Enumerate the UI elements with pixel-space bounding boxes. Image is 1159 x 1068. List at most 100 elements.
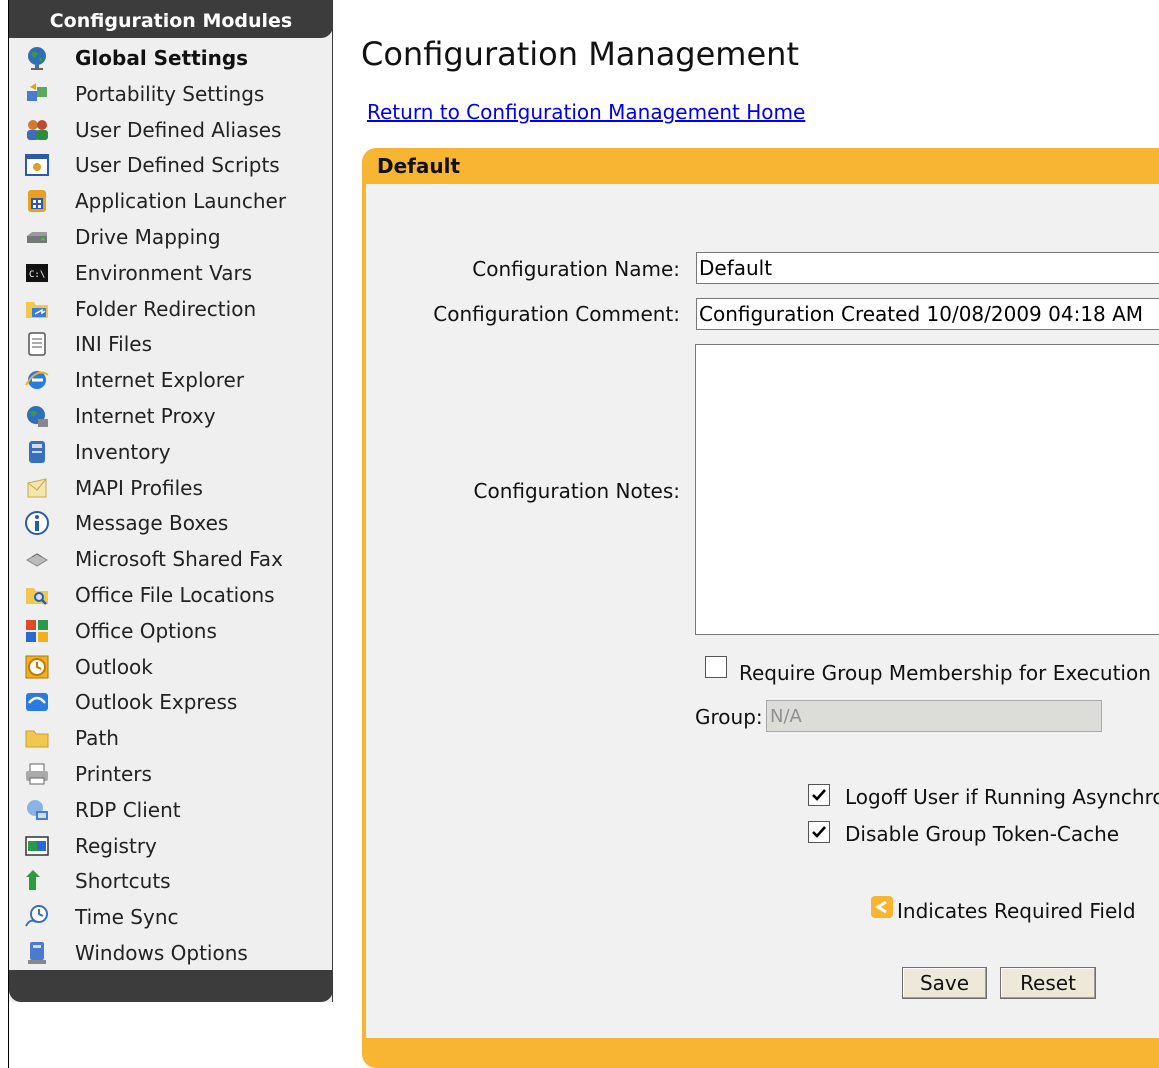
printer-icon [24, 761, 50, 787]
sidebar-item-label: Registry [75, 833, 157, 858]
require-group-checkbox[interactable] [705, 656, 727, 678]
globe-icon [24, 45, 50, 71]
config-notes-label: Configuration Notes: [473, 479, 681, 503]
proxy-globe-icon [24, 403, 50, 429]
sidebar-item-application-launcher[interactable]: Application Launcher [9, 183, 333, 219]
logoff-user-label: Logoff User if Running Asynchronously [845, 785, 1159, 809]
config-name-input[interactable] [696, 252, 1159, 284]
sidebar-item-label: INI Files [75, 332, 153, 357]
disable-token-cache-checkbox[interactable] [808, 821, 830, 843]
sidebar-item-label: Drive Mapping [75, 224, 221, 249]
time-sync-icon [24, 904, 50, 930]
sidebar-item-label: Office File Locations [75, 582, 275, 607]
sidebar-item-inventory[interactable]: Inventory [9, 434, 333, 470]
portability-icon [24, 81, 50, 107]
sidebar-item-label: RDP Client [75, 797, 181, 822]
sidebar-item-label: Shortcuts [75, 869, 171, 894]
panel-header: Default [366, 148, 1159, 184]
config-comment-label: Configuration Comment: [433, 302, 680, 326]
sidebar-item-drive-mapping[interactable]: Drive Mapping [9, 219, 333, 255]
logoff-user-checkbox[interactable] [808, 784, 830, 806]
sidebar-item-registry[interactable]: Registry [9, 828, 333, 864]
sidebar-list: Global Settings Portability Settings User … [9, 40, 333, 971]
sidebar-item-label: Outlook Express [75, 690, 238, 715]
page-title: Configuration Management [361, 35, 799, 73]
sidebar-item-message-boxes[interactable]: Message Boxes [9, 505, 333, 541]
sidebar-item-rdp-client[interactable]: RDP Client [9, 792, 333, 828]
sidebar-item-outlook-express[interactable]: Outlook Express [9, 684, 333, 720]
internet-explorer-icon [24, 367, 50, 393]
sidebar-item-printers[interactable]: Printers [9, 756, 333, 792]
sidebar-item-shortcuts[interactable]: Shortcuts [9, 863, 333, 899]
sidebar-item-user-defined-aliases[interactable]: User Defined Aliases [9, 112, 333, 148]
users-icon [24, 117, 50, 143]
script-icon [24, 152, 50, 178]
save-button[interactable]: Save [902, 967, 987, 999]
sidebar-item-label: Application Launcher [75, 189, 287, 214]
sidebar-item-windows-options[interactable]: Windows Options [9, 935, 333, 971]
sidebar-item-label: Internet Proxy [75, 403, 216, 428]
panel-footer [366, 1038, 1159, 1068]
sidebar-item-office-options[interactable]: Office Options [9, 613, 333, 649]
sidebar-item-label: Global Settings [75, 46, 249, 70]
sidebar-header: Configuration Modules [9, 0, 333, 38]
config-name-label: Configuration Name: [472, 257, 680, 281]
sidebar-footer [9, 970, 333, 1002]
sidebar-item-folder-redirection[interactable]: Folder Redirection [9, 291, 333, 327]
sidebar-item-label: Windows Options [75, 940, 248, 965]
sidebar-item-office-file-locations[interactable]: Office File Locations [9, 577, 333, 613]
default-config-panel: Default Configuration Name: Configuratio… [362, 148, 1159, 1068]
config-notes-textarea[interactable] [695, 344, 1159, 635]
registry-icon [24, 833, 50, 859]
folder-redirect-icon [24, 296, 50, 322]
disable-token-cache-label: Disable Group Token-Cache [845, 822, 1120, 846]
outlook-express-icon [24, 689, 50, 715]
drive-icon [24, 224, 50, 250]
folder-icon [24, 725, 50, 751]
group-label: Group: [695, 705, 763, 729]
sidebar-item-time-sync[interactable]: Time Sync [9, 899, 333, 935]
sidebar-item-label: Outlook [75, 654, 153, 679]
require-group-label: Require Group Membership for Execution [739, 661, 1151, 685]
clock-icon [24, 654, 50, 680]
sidebar-item-outlook[interactable]: Outlook [9, 649, 333, 685]
config-comment-input[interactable] [696, 298, 1159, 330]
office-icon [24, 618, 50, 644]
sidebar-item-mapi-profiles[interactable]: MAPI Profiles [9, 470, 333, 506]
ini-file-icon [24, 331, 50, 357]
sidebar-item-label: Internet Explorer [75, 368, 245, 393]
sidebar-item-label: Inventory [75, 439, 171, 464]
required-field-icon [871, 896, 893, 918]
return-home-link[interactable]: Return to Configuration Management Home [367, 100, 805, 124]
config-modules-sidebar: Configuration Modules Global Settings Por… [9, 0, 333, 1002]
sidebar-item-portability-settings[interactable]: Portability Settings [9, 76, 333, 112]
computer-icon [24, 940, 50, 966]
sidebar-item-label: MAPI Profiles [75, 475, 203, 500]
fax-icon [24, 546, 50, 572]
sidebar-item-label: Office Options [75, 618, 217, 643]
panel-title: Default [377, 154, 461, 178]
folder-search-icon [24, 582, 50, 608]
sidebar-item-label: User Defined Aliases [75, 117, 282, 142]
sidebar-item-label: Portability Settings [75, 81, 265, 106]
sidebar-item-label: Printers [75, 761, 152, 786]
sidebar-item-global-settings[interactable]: Global Settings [9, 40, 333, 76]
console-icon: C:\ [24, 260, 50, 286]
envelope-icon [24, 475, 50, 501]
sidebar-item-ini-files[interactable]: INI Files [9, 326, 333, 362]
sidebar-item-label: Microsoft Shared Fax [75, 547, 283, 572]
sidebar-title: Configuration Modules [49, 10, 293, 32]
sidebar-item-user-defined-scripts[interactable]: User Defined Scripts [9, 147, 333, 183]
sidebar-item-label: User Defined Scripts [75, 153, 280, 178]
group-input[interactable] [766, 700, 1102, 732]
info-icon [24, 510, 50, 536]
sidebar-item-path[interactable]: Path [9, 720, 333, 756]
sidebar-item-internet-explorer[interactable]: Internet Explorer [9, 362, 333, 398]
reset-button[interactable]: Reset [1000, 967, 1096, 999]
shortcut-arrow-icon [24, 868, 50, 894]
sidebar-item-internet-proxy[interactable]: Internet Proxy [9, 398, 333, 434]
sidebar-item-microsoft-shared-fax[interactable]: Microsoft Shared Fax [9, 541, 333, 577]
sidebar-item-environment-vars[interactable]: C:\ Environment Vars [9, 255, 333, 291]
inventory-icon [24, 439, 50, 465]
required-field-note: Indicates Required Field [897, 899, 1136, 923]
